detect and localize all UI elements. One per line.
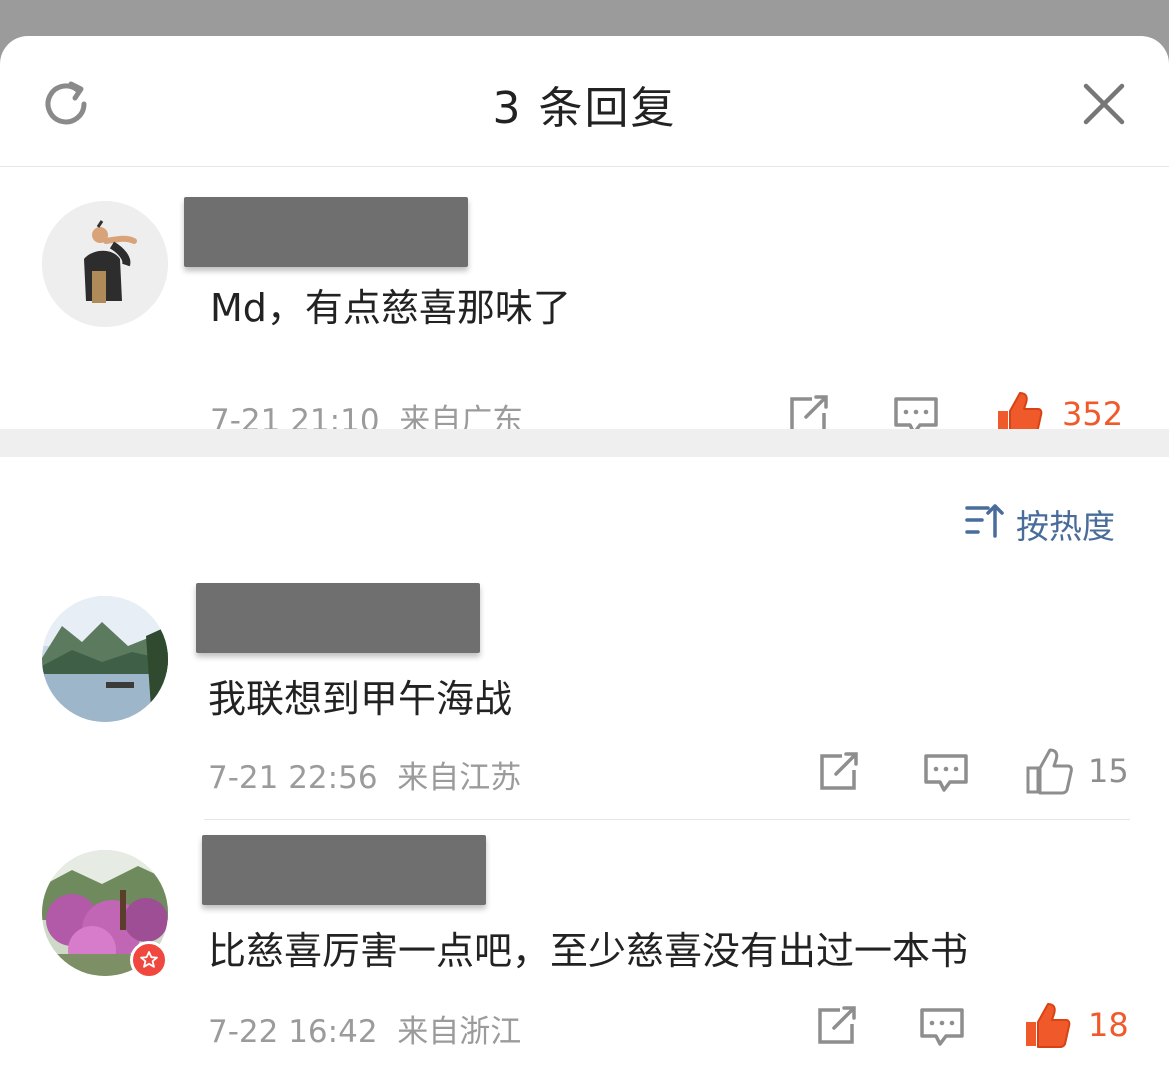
like-icon[interactable] [1024,746,1074,796]
reply-time: 7-22 16:42 [208,1014,378,1050]
reply-divider [204,819,1130,820]
like-count: 15 [1088,752,1129,790]
comment-text: Md，有点慈喜那味了 [210,286,571,330]
like-count: 352 [1062,395,1124,433]
like-icon[interactable] [1022,1000,1072,1050]
reply-text: 比慈喜厉害一点吧，至少慈喜没有出过一本书 [208,929,969,973]
sort-icon [964,500,1006,548]
main-comment: Md，有点慈喜那味了 7-21 21:10 来自广东 352 [0,167,1169,439]
avatar[interactable] [42,596,168,722]
verified-badge [130,941,168,979]
like-count: 18 [1088,1006,1129,1044]
share-icon[interactable] [814,1004,862,1048]
sort-label: 按热度 [1016,507,1115,546]
replies-sheet: 3 条回复 Md，有点慈喜那味了 7-21 21:10 来自广东 352 按热度… [0,36,1169,1073]
reply-location: 来自江苏 [397,760,522,796]
comment-icon[interactable] [922,750,970,794]
sheet-header: 3 条回复 [0,36,1169,167]
reply-time: 7-21 22:56 [208,760,378,796]
username-redacted [196,583,480,653]
reply-location: 来自浙江 [397,1014,522,1050]
reply-text: 我联想到甲午海战 [208,677,513,721]
reply-meta: 7-22 16:42 来自浙江 [208,1006,521,1051]
username-redacted [184,197,468,267]
share-icon[interactable] [816,750,864,794]
reply-meta: 7-21 22:56 来自江苏 [208,752,521,797]
section-divider [0,429,1169,457]
close-icon[interactable] [1078,78,1130,130]
avatar[interactable] [42,201,168,327]
page-title: 3 条回复 [492,83,677,134]
username-redacted [202,835,486,905]
sort-toggle[interactable]: 按热度 [964,502,1115,546]
comment-icon[interactable] [918,1004,966,1048]
